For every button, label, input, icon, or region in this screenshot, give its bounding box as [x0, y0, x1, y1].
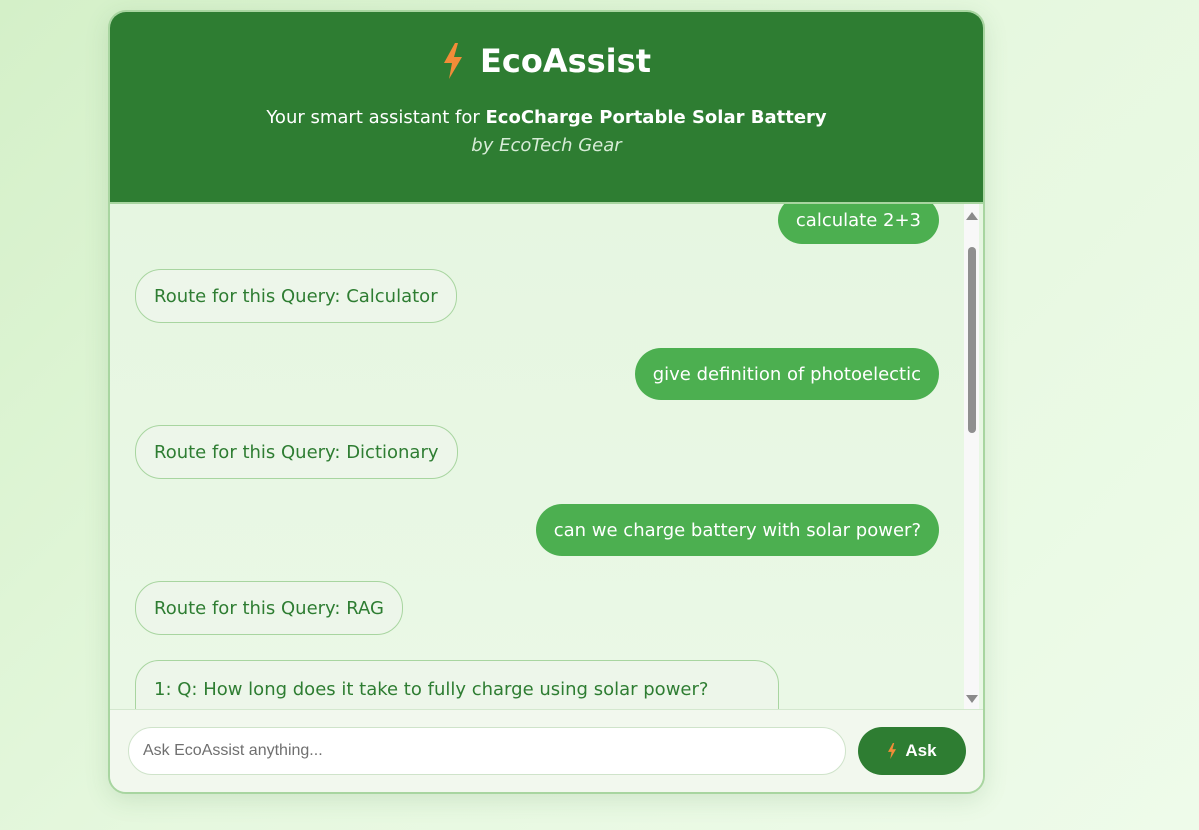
scrollbar-thumb[interactable] — [968, 247, 976, 433]
chat-header: EcoAssist Your smart assistant for EcoCh… — [110, 12, 983, 204]
product-name: EcoCharge Portable Solar Battery — [485, 107, 827, 128]
app-title: EcoAssist — [480, 42, 651, 80]
user-message: can we charge battery with solar power? — [535, 504, 939, 556]
chat-window: EcoAssist Your smart assistant for EcoCh… — [108, 10, 985, 794]
ask-button-label: Ask — [905, 741, 937, 760]
bot-message: Route for this Query: Dictionary — [135, 425, 458, 479]
chat-input-bar: Ask — [110, 709, 983, 792]
ask-button[interactable]: Ask — [858, 727, 966, 775]
lightning-bolt-icon — [888, 743, 897, 759]
user-message: give definition of photoelectic — [634, 348, 939, 400]
scroll-up-arrow-icon[interactable] — [966, 212, 978, 220]
scroll-down-arrow-icon[interactable] — [966, 695, 978, 703]
bot-answer-message: 1: Q: How long does it take to fully cha… — [135, 660, 779, 709]
bot-message: Route for this Query: RAG — [135, 581, 403, 635]
app-subtitle: Your smart assistant for EcoCharge Porta… — [266, 107, 827, 128]
lightning-bolt-icon — [444, 43, 462, 79]
chat-messages[interactable]: calculate 2+3 Route for this Query: Calc… — [110, 204, 983, 709]
chat-scrollbar[interactable] — [964, 204, 979, 709]
bot-message: Route for this Query: Calculator — [135, 269, 457, 323]
user-message: calculate 2+3 — [777, 204, 939, 244]
app-byline: by EcoTech Gear — [471, 135, 622, 156]
chat-input[interactable] — [128, 727, 846, 775]
